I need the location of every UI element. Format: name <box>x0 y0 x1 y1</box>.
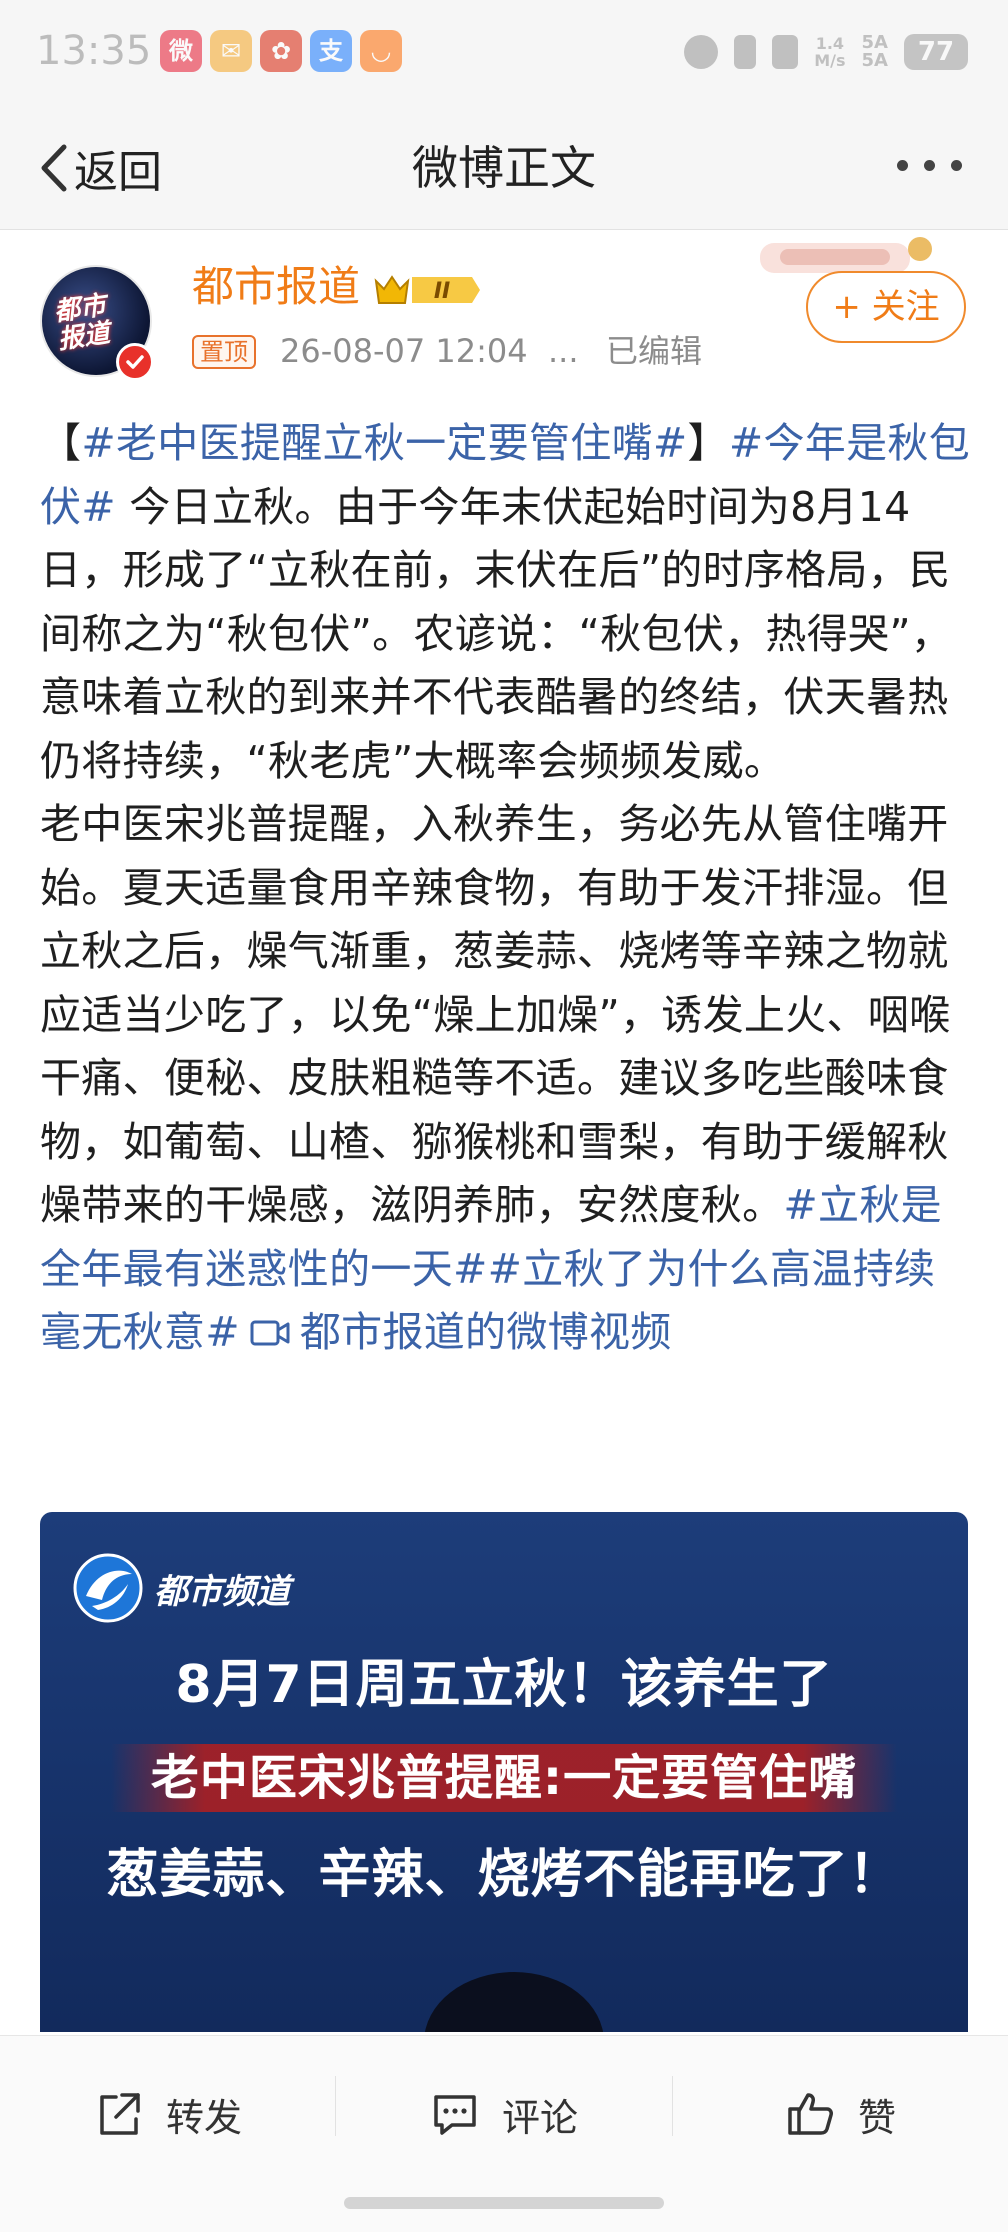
net-speed: 1.4 M/s <box>814 34 846 70</box>
home-indicator[interactable] <box>344 2197 664 2209</box>
avatar-logo-text: 都市 报道 <box>52 290 112 356</box>
video-player[interactable]: 都市频道 8月7日周五立秋！该养生了 老中医宋兆普提醒:一定要管住嘴 葱姜蒜、辛… <box>40 1512 968 2032</box>
vip-level-label: II <box>434 279 450 304</box>
post-content: 【#老中医提醒立秋一定要管住嘴#】#今年是秋包伏# 今日立秋。由于今年末伏起始时… <box>40 412 970 1365</box>
signal-icon: 5A 5A <box>861 32 888 71</box>
channel-logo-icon <box>73 1553 143 1623</box>
channel-name: 都市频道 <box>154 1571 290 1612</box>
like-button[interactable]: 赞 <box>786 2084 896 2144</box>
alipay-icon: 支 <box>310 30 352 72</box>
action-divider <box>335 2076 336 2136</box>
hashtag-link[interactable]: #老中医提醒立秋一定要管住嘴# <box>81 419 687 467</box>
post-author-header: 都市 报道 都市报道 II 置顶 26-08-07 12:04 ... 已编辑 … <box>0 231 1008 391</box>
author-name[interactable]: 都市报道 <box>192 259 360 315</box>
chevron-left-icon <box>41 144 67 192</box>
share-icon <box>100 2093 140 2135</box>
like-label: 赞 <box>858 2095 897 2140</box>
battery-icon: 77 <box>904 34 968 70</box>
repost-button[interactable]: 转发 <box>94 2084 242 2144</box>
post-text: 老中医宋兆普提醒，入秋养生，务必先从管住嘴开始。夏天适量食用辛辣食物，有助于发汗… <box>40 800 951 1229</box>
flower-app-icon: ✿ <box>260 30 302 72</box>
comment-button[interactable]: 评论 <box>430 2084 578 2144</box>
vip-crown-badge-icon: II <box>374 275 480 304</box>
weibo-icon: 微 <box>160 30 202 72</box>
bracket-open: 【 <box>40 419 82 467</box>
post-paragraph: 【#老中医提醒立秋一定要管住嘴#】#今年是秋包伏# 今日立秋。由于今年末伏起始时… <box>40 412 970 793</box>
video-speaker-silhouette <box>424 1972 604 2032</box>
action-divider <box>672 2076 673 2136</box>
status-bar: 13:35 微 ✉ ✿ 支 ◡ 1.4 M/s 5A 5A 77 <box>0 0 1008 110</box>
video-subheadline-text: 老中医宋兆普提醒:一定要管住嘴 <box>110 1744 898 1812</box>
comment-icon <box>434 2095 476 2135</box>
meta-ellipsis: ... <box>548 332 579 370</box>
post-paragraph: 老中医宋兆普提醒，入秋养生，务必先从管住嘴开始。夏天适量食用辛辣食物，有助于发汗… <box>40 793 970 1365</box>
back-label: 返回 <box>74 147 162 198</box>
comment-label: 评论 <box>502 2095 579 2140</box>
more-dot-icon <box>951 160 962 171</box>
more-dot-icon <box>897 160 908 171</box>
video-caption: 葱姜蒜、辛辣、烧烤不能再吃了！ <box>106 1845 902 1905</box>
thumbs-up-icon <box>788 2093 833 2135</box>
vibrate-icon <box>772 35 799 69</box>
follow-button[interactable]: + 关注 <box>806 271 966 343</box>
bracket-close: 】 <box>687 419 729 467</box>
post-text: 今日立秋。由于今年末伏起始时间为8月14日，形成了“立秋在前，末伏在后”的时序格… <box>40 482 953 785</box>
pinned-badge: 置顶 <box>192 335 256 369</box>
repost-label: 转发 <box>166 2095 243 2140</box>
video-subheadline: 老中医宋兆普提醒:一定要管住嘴 <box>40 1738 968 1812</box>
more-dot-icon <box>924 160 935 171</box>
video-camera-icon <box>250 1320 290 1346</box>
shopping-app-icon: ◡ <box>360 30 402 72</box>
bluetooth-icon <box>734 35 757 69</box>
video-headline: 8月7日周五立秋！该养生了 <box>175 1655 833 1715</box>
mail-icon: ✉ <box>210 30 252 72</box>
video-link[interactable]: 都市报道的微博视频 <box>300 1308 672 1356</box>
verified-badge-icon <box>116 343 154 381</box>
post-timestamp: 26-08-07 12:04 <box>280 332 528 370</box>
edited-label: 已编辑 <box>606 332 703 370</box>
back-button[interactable]: 返回 <box>36 138 162 198</box>
navigation-bar: 返回 微博正文 <box>0 110 1008 230</box>
do-not-disturb-icon <box>684 35 719 69</box>
channel-logo: 都市频道 <box>72 1552 290 1624</box>
status-indicators: 1.4 M/s 5A 5A 77 <box>684 30 968 74</box>
status-time: 13:35 <box>36 28 152 74</box>
more-options-button[interactable] <box>897 160 962 171</box>
